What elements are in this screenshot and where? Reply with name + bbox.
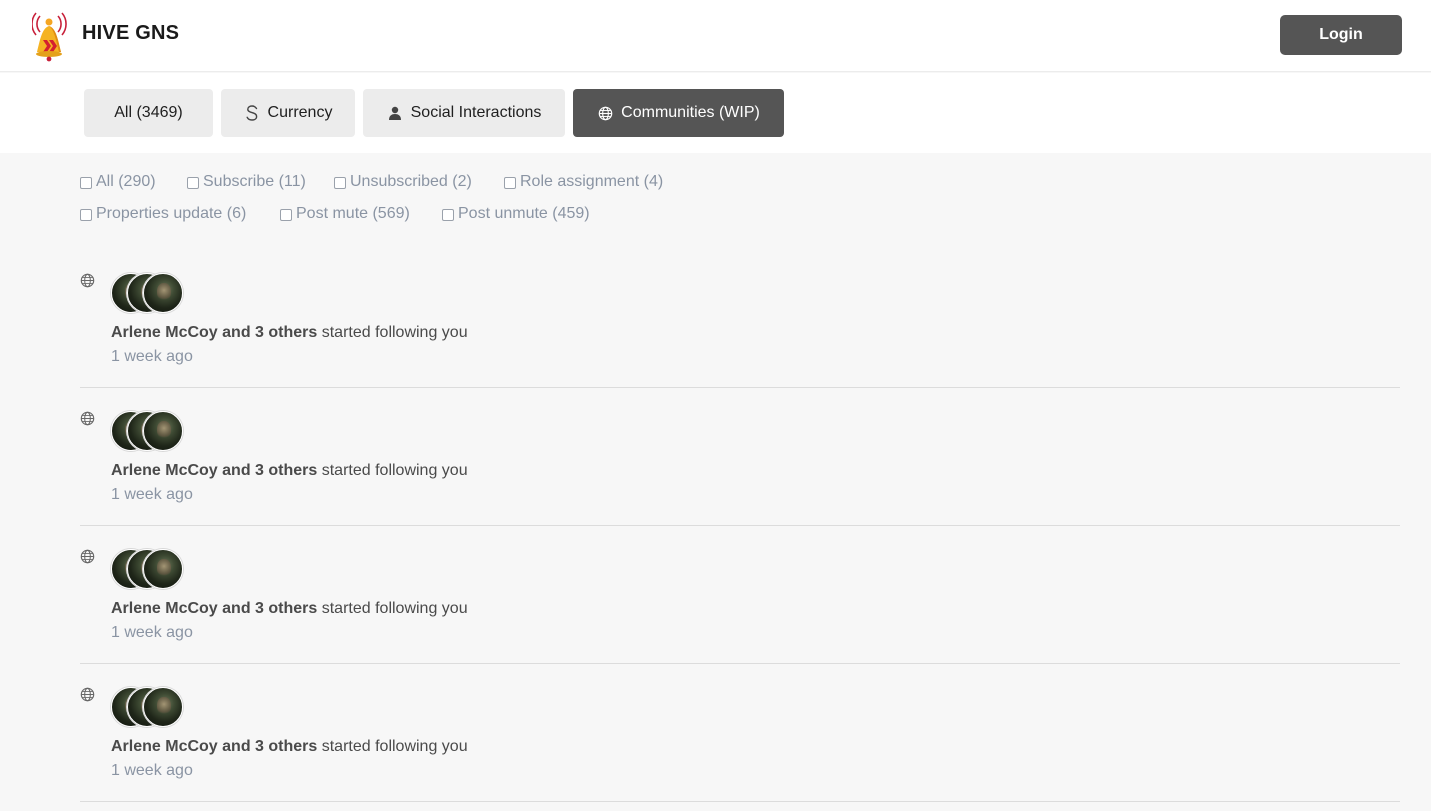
globe-icon — [80, 273, 95, 288]
tab-all-label: All (3469) — [114, 104, 183, 121]
tab-social-interactions[interactable]: Social Interactions — [363, 89, 565, 137]
filter-properties-update-label: Properties update (6) — [96, 205, 247, 222]
notification-item[interactable]: Arlene McCoy and 3 others started follow… — [80, 664, 1400, 802]
notification-actor[interactable]: Arlene McCoy and 3 others — [111, 462, 317, 479]
notification-time: 1 week ago — [111, 762, 193, 779]
tab-communities-label: Communities (WIP) — [621, 104, 760, 121]
notification-type-tabs: All (3469) Currency Social Interactions — [0, 73, 1431, 153]
notification-actor[interactable]: Arlene McCoy and 3 others — [111, 324, 317, 341]
filter-role-assignment[interactable]: Role assignment (4) — [504, 173, 663, 191]
notification-item[interactable]: Arlene McCoy and 3 others started follow… — [80, 526, 1400, 664]
filter-post-unmute-checkbox[interactable] — [442, 209, 454, 221]
filter-role-assignment-checkbox[interactable] — [504, 177, 516, 189]
avatar-group[interactable] — [111, 687, 191, 727]
notification-item[interactable]: Arlene McCoy and 3 others started follow… — [80, 388, 1400, 526]
filter-all[interactable]: All (290) — [80, 173, 156, 191]
filter-properties-update[interactable]: Properties update (6) — [80, 205, 246, 223]
avatar[interactable] — [143, 273, 183, 313]
filter-all-label: All (290) — [96, 173, 156, 190]
dollar-icon — [244, 105, 260, 121]
avatar[interactable] — [143, 549, 183, 589]
tab-social-interactions-label: Social Interactions — [410, 104, 542, 121]
globe-icon — [80, 411, 95, 426]
globe-icon — [80, 687, 95, 702]
filter-unsubscribed[interactable]: Unsubscribed (2) — [334, 173, 472, 191]
notification-action: started following you — [321, 738, 468, 755]
filter-role-assignment-label: Role assignment (4) — [520, 173, 664, 190]
tab-all[interactable]: All (3469) — [84, 89, 213, 137]
filter-post-unmute[interactable]: Post unmute (459) — [442, 205, 590, 223]
tab-currency[interactable]: Currency — [221, 89, 355, 137]
notification-actor[interactable]: Arlene McCoy and 3 others — [111, 738, 317, 755]
avatar-group[interactable] — [111, 549, 191, 589]
avatar-group[interactable] — [111, 273, 191, 313]
notification-actor[interactable]: Arlene McCoy and 3 others — [111, 600, 317, 617]
globe-icon — [80, 549, 95, 564]
tab-communities[interactable]: Communities (WIP) — [573, 89, 784, 137]
filter-post-mute-checkbox[interactable] — [280, 209, 292, 221]
notification-action: started following you — [321, 324, 468, 341]
hive-gns-logo-icon[interactable] — [31, 10, 68, 62]
filter-unsubscribed-label: Unsubscribed (2) — [350, 173, 472, 190]
filter-post-mute-label: Post mute (569) — [296, 205, 410, 222]
login-button[interactable]: Login — [1280, 15, 1402, 55]
filter-properties-update-checkbox[interactable] — [80, 209, 92, 221]
filter-post-unmute-label: Post unmute (459) — [458, 205, 590, 222]
notification-feed: Arlene McCoy and 3 others started follow… — [80, 250, 1400, 802]
avatar[interactable] — [143, 411, 183, 451]
notification-time: 1 week ago — [111, 348, 193, 365]
filter-post-mute[interactable]: Post mute (569) — [280, 205, 410, 223]
app-header: HIVE GNS Login — [0, 0, 1431, 72]
person-icon — [387, 105, 403, 121]
notification-message: Arlene McCoy and 3 others started follow… — [111, 738, 468, 756]
brand-name: HIVE GNS — [82, 22, 180, 44]
filter-all-checkbox[interactable] — [80, 177, 92, 189]
notification-message: Arlene McCoy and 3 others started follow… — [111, 600, 468, 618]
notification-item[interactable]: Arlene McCoy and 3 others started follow… — [80, 250, 1400, 388]
globe-icon — [597, 105, 613, 121]
filter-subscribe-label: Subscribe (11) — [203, 173, 306, 190]
filter-subscribe[interactable]: Subscribe (11) — [187, 173, 306, 191]
notification-time: 1 week ago — [111, 624, 193, 641]
notification-time: 1 week ago — [111, 486, 193, 503]
notification-message: Arlene McCoy and 3 others started follow… — [111, 324, 468, 342]
filter-subscribe-checkbox[interactable] — [187, 177, 199, 189]
avatar[interactable] — [143, 687, 183, 727]
filter-unsubscribed-checkbox[interactable] — [334, 177, 346, 189]
avatar-group[interactable] — [111, 411, 191, 451]
notification-action: started following you — [321, 600, 468, 617]
notification-action: started following you — [321, 462, 468, 479]
tab-currency-label: Currency — [267, 104, 333, 121]
notification-message: Arlene McCoy and 3 others started follow… — [111, 462, 468, 480]
